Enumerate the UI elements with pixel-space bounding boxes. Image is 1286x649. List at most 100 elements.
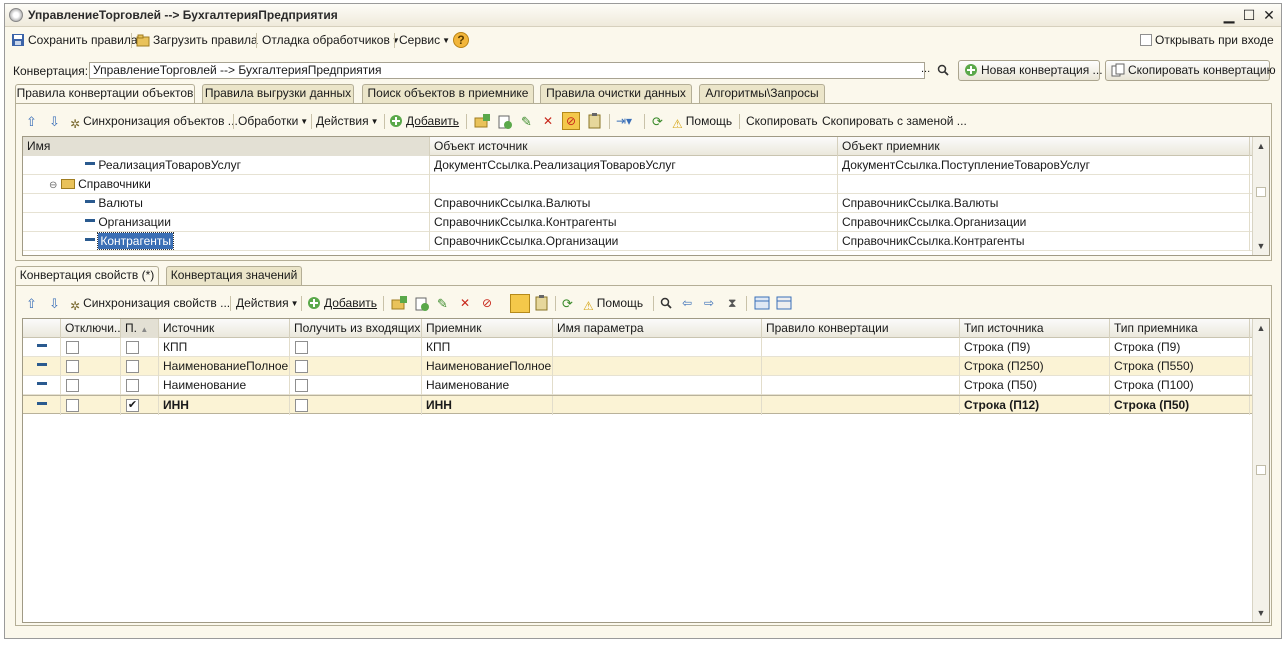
copy-replace-button[interactable]: Скопировать с заменой ... <box>822 113 967 130</box>
disabled-checkbox[interactable] <box>66 341 79 354</box>
table-row[interactable]: Наименование Наименование Строка (П50) С… <box>23 376 1269 395</box>
header-param-name[interactable]: Имя параметра <box>553 319 762 338</box>
header-name[interactable]: Имя <box>23 137 430 156</box>
table-uncheck-icon[interactable] <box>776 296 792 313</box>
maximize-button[interactable]: ☐ <box>1239 6 1259 24</box>
add-folder-icon[interactable] <box>474 114 490 131</box>
clipboard-icon[interactable] <box>587 113 603 130</box>
disabled-checkbox[interactable] <box>66 360 79 373</box>
add-button[interactable]: Добавить <box>389 113 459 130</box>
hourglass-icon[interactable]: ⧗ <box>728 295 736 312</box>
open-on-login-checkbox[interactable]: Открывать при входе <box>1140 32 1274 49</box>
header-disabled[interactable]: Отключи... <box>61 319 121 338</box>
mark-delete-icon[interactable]: ⊘ <box>482 295 492 312</box>
clipboard-icon[interactable] <box>534 295 550 312</box>
table-row[interactable]: ⊖ Справочники <box>23 175 1269 194</box>
header-target[interactable]: Объект приемник <box>838 137 1250 156</box>
copy-conversion-button[interactable]: Скопировать конвертацию <box>1105 60 1276 81</box>
add-button[interactable]: Добавить <box>307 295 377 312</box>
delete-icon[interactable]: ✕ <box>460 295 470 312</box>
sync-objects-button[interactable]: ✲ Синхронизация объектов ... <box>70 113 238 131</box>
save-rules-button[interactable]: Сохранить правила <box>11 32 138 49</box>
move-up-icon[interactable]: ⇧ <box>26 295 37 312</box>
table-row[interactable]: КПП КПП Строка (П9) Строка (П9) <box>23 338 1269 357</box>
header-target-type[interactable]: Тип приемника <box>1110 319 1250 338</box>
scroll-thumb[interactable] <box>1256 465 1266 475</box>
header-source-type[interactable]: Тип источника <box>960 319 1110 338</box>
close-button[interactable]: ✕ <box>1259 6 1279 24</box>
conversion-field[interactable]: УправлениеТорговлей --> БухгалтерияПредп… <box>89 62 925 79</box>
collapse-icon[interactable]: ⊖ <box>49 180 57 191</box>
sync-properties-button[interactable]: ✲ Синхронизация свойств ... <box>70 295 230 313</box>
delete-icon[interactable]: ✕ <box>543 113 553 130</box>
header-conversion-rule[interactable]: Правило конвертации <box>762 319 960 338</box>
refresh-icon[interactable]: ⟳ <box>562 295 573 312</box>
new-conversion-button[interactable]: Новая конвертация ... <box>958 60 1103 81</box>
vertical-scrollbar[interactable]: ▲ ▼ <box>1252 137 1269 255</box>
tab-export-rules[interactable]: Правила выгрузки данных <box>202 84 354 103</box>
incoming-checkbox[interactable] <box>295 379 308 392</box>
table-row[interactable]: Организации СправочникСсылка.Контрагенты… <box>23 213 1269 232</box>
add-folder-icon[interactable] <box>391 296 407 313</box>
table-row[interactable]: НаименованиеПолное НаименованиеПолное Ст… <box>23 357 1269 376</box>
arrow-left-icon[interactable]: ⇦ <box>682 295 692 312</box>
move-down-icon[interactable]: ⇩ <box>49 113 60 130</box>
add-copy-icon[interactable] <box>414 296 430 313</box>
tab-value-conversion[interactable]: Конвертация значений <box>166 266 302 285</box>
header-source[interactable]: Источник <box>159 319 290 338</box>
table-check-icon[interactable] <box>754 296 770 313</box>
edit-icon[interactable]: ✎ <box>437 295 448 312</box>
incoming-checkbox[interactable] <box>295 341 308 354</box>
edit-icon[interactable]: ✎ <box>521 113 532 130</box>
disabled-checkbox[interactable] <box>66 379 79 392</box>
scroll-down-icon[interactable]: ▼ <box>1253 239 1269 253</box>
p-checkbox[interactable] <box>126 360 139 373</box>
header-target[interactable]: Приемник <box>422 319 553 338</box>
move-down-icon[interactable]: ⇩ <box>49 295 60 312</box>
help-button[interactable]: ⚠ Помощь <box>583 295 643 313</box>
debug-handlers-menu[interactable]: Отладка обработчиков ▼ <box>262 32 400 49</box>
copy-button[interactable]: Скопировать <box>746 113 818 130</box>
vertical-scrollbar[interactable]: ▲ ▼ <box>1252 319 1269 622</box>
select-ellipsis-button[interactable]: ... <box>921 63 930 75</box>
help-icon[interactable]: ? <box>453 32 469 48</box>
scroll-up-icon[interactable]: ▲ <box>1253 139 1269 153</box>
table-row-selected[interactable]: ✔ ИНН ИНН Строка (П12) Строка (П50) <box>23 395 1269 415</box>
scroll-thumb[interactable] <box>1256 187 1266 197</box>
actions-menu[interactable]: Действия ▼ <box>236 295 299 312</box>
processing-menu[interactable]: Обработки ▼ <box>238 113 308 130</box>
search-icon[interactable] <box>937 64 949 76</box>
p-checkbox[interactable] <box>126 341 139 354</box>
service-menu[interactable]: Сервис ▼ <box>399 32 450 49</box>
incoming-checkbox[interactable] <box>295 399 308 412</box>
tab-property-conversion[interactable]: Конвертация свойств (*) <box>15 266 159 286</box>
arrow-right-icon[interactable]: ⇨ <box>704 295 714 312</box>
p-checkbox[interactable] <box>126 379 139 392</box>
tab-object-search[interactable]: Поиск объектов в приемнике <box>362 84 534 103</box>
refresh-icon[interactable]: ⟳ <box>652 113 663 130</box>
actions-menu[interactable]: Действия ▼ <box>316 113 379 130</box>
table-row[interactable]: Валюты СправочникСсылка.Валюты Справочни… <box>23 194 1269 213</box>
search-icon[interactable] <box>660 297 672 314</box>
add-copy-icon[interactable] <box>497 114 513 131</box>
move-menu-icon[interactable]: ⇥▾ <box>616 113 632 130</box>
p-checkbox-checked[interactable]: ✔ <box>126 399 139 412</box>
scroll-up-icon[interactable]: ▲ <box>1253 321 1269 335</box>
move-up-icon[interactable]: ⇧ <box>26 113 37 130</box>
help-button[interactable]: ⚠ Помощь <box>672 113 732 131</box>
tab-object-conversion-rules[interactable]: Правила конвертации объектов <box>15 84 195 104</box>
disabled-checkbox[interactable] <box>66 399 79 412</box>
header-source[interactable]: Объект источник <box>430 137 838 156</box>
scroll-down-icon[interactable]: ▼ <box>1253 606 1269 620</box>
minimize-button[interactable]: ▁ <box>1219 6 1239 24</box>
table-row-selected[interactable]: Контрагенты СправочникСсылка.Организации… <box>23 232 1269 251</box>
tab-cleanup-rules[interactable]: Правила очистки данных <box>540 84 692 103</box>
table-row[interactable]: РеализацияТоваровУслуг ДокументСсылка.Ре… <box>23 156 1269 175</box>
header-incoming[interactable]: Получить из входящих ... <box>290 319 422 338</box>
incoming-checkbox[interactable] <box>295 360 308 373</box>
mark-delete-icon[interactable]: ⊘ <box>562 112 580 130</box>
load-rules-button[interactable]: Загрузить правила <box>136 32 258 49</box>
header-p[interactable]: П. ▲ <box>121 319 159 338</box>
group-icon[interactable] <box>510 294 530 313</box>
tab-algorithms[interactable]: Алгоритмы\Запросы <box>699 84 825 103</box>
